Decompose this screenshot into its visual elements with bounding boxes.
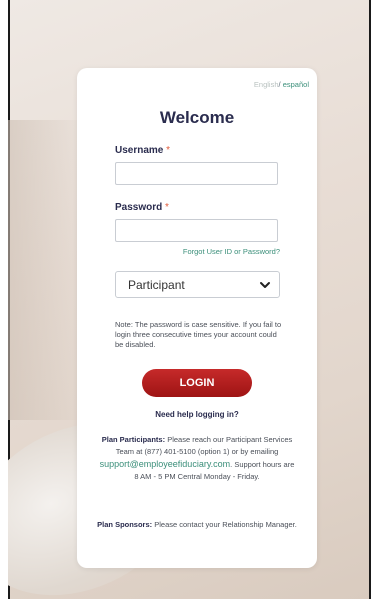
password-label-text: Password (115, 202, 163, 213)
login-card: English/ español Welcome Username * Pass… (77, 68, 317, 568)
role-select-value: Participant (128, 278, 185, 292)
help-heading: Need help logging in? (155, 410, 239, 419)
background-decoration (8, 120, 88, 420)
login-button[interactable]: LOGIN (142, 369, 252, 397)
required-mark: * (166, 145, 171, 156)
password-input[interactable] (115, 219, 278, 242)
lang-english-link[interactable]: English (254, 80, 279, 89)
page-title: Welcome (159, 108, 235, 127)
participants-heading: Plan Participants: (101, 435, 166, 444)
support-email-link[interactable]: support@employeefiduciary.com (100, 459, 231, 469)
username-input[interactable] (115, 162, 278, 185)
background-frame: English/ español Welcome Username * Pass… (8, 0, 371, 599)
sponsors-info: Plan Sponsors: Please contact your Relat… (97, 519, 297, 531)
username-label-text: Username (115, 145, 164, 156)
sponsors-text: Please contact your Relationship Manager… (154, 520, 297, 529)
password-note: Note: The password is case sensitive. If… (115, 320, 282, 349)
forgot-credentials-link[interactable]: Forgot User ID or Password? (183, 247, 280, 256)
role-select[interactable]: Participant (115, 271, 280, 298)
participants-info: Plan Participants: Please reach our Part… (97, 434, 297, 483)
lang-spanish-link[interactable]: español (283, 80, 309, 89)
sponsors-heading: Plan Sponsors: (97, 520, 153, 529)
password-label: Password * (115, 202, 169, 213)
required-mark: * (165, 202, 169, 213)
language-switcher: English/ español (254, 80, 309, 89)
username-label: Username * (115, 145, 170, 156)
chevron-down-icon (260, 282, 270, 288)
lang-separator: / (278, 80, 281, 89)
